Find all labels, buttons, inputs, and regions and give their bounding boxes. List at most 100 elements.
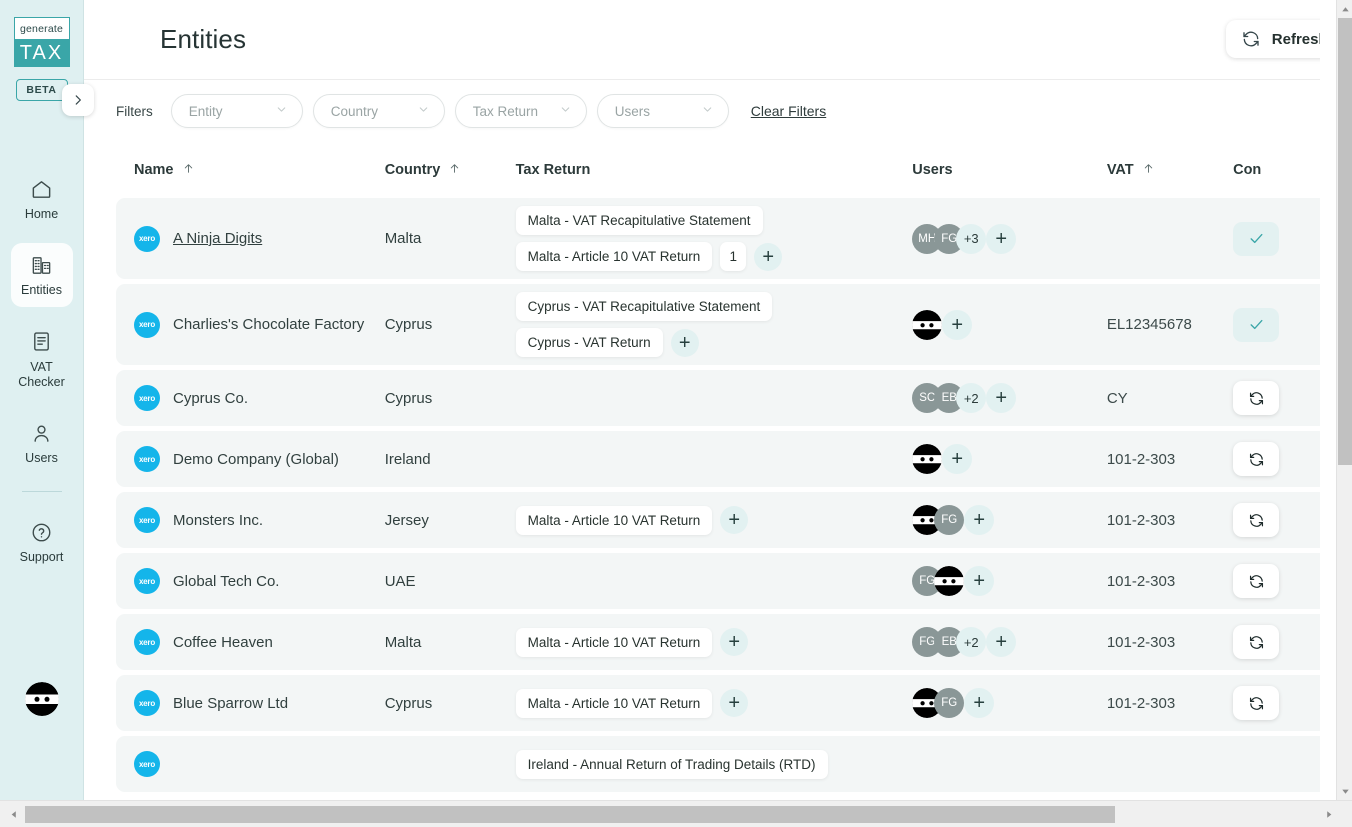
column-header-tax-return[interactable]: Tax Return	[516, 162, 913, 178]
filter-entity[interactable]: Entity	[170, 94, 303, 128]
table-row[interactable]: xero Ireland - Annual Return of Trading D…	[116, 736, 1336, 792]
entity-name: Demo Company (Global)	[173, 450, 339, 468]
tax-return-pill[interactable]: Malta - Article 10 VAT Return	[515, 627, 713, 657]
column-header-users[interactable]: Users	[912, 162, 1107, 178]
scroll-right-arrow-icon[interactable]	[1318, 801, 1340, 827]
user-avatar-group: MH FG +3 +	[912, 223, 1017, 254]
user-avatar-overflow-count[interactable]: +2	[956, 627, 987, 657]
connection-sync-button[interactable]	[1233, 564, 1280, 598]
filter-users-label: Users	[614, 103, 651, 119]
connection-sync-button[interactable]	[1233, 686, 1280, 720]
entity-vat-number: EL12345678	[1106, 316, 1192, 333]
cell-vat: 101-2-303	[1107, 573, 1233, 590]
column-header-connection-label: Con	[1233, 162, 1262, 178]
tax-return-pill[interactable]: Malta - Article 10 VAT Return	[515, 688, 713, 718]
user-avatar-overflow-count[interactable]: +2	[956, 383, 987, 413]
filter-tax-return[interactable]: Tax Return	[454, 94, 587, 128]
sidebar-item-support[interactable]: Support	[11, 510, 73, 573]
scroll-down-arrow-icon[interactable]	[1337, 782, 1352, 800]
column-header-name-label: Name	[134, 162, 174, 178]
column-header-vat[interactable]: VAT	[1107, 162, 1233, 179]
connection-sync-button[interactable]	[1233, 442, 1280, 476]
tax-return-line: Cyprus - VAT Return +	[515, 328, 773, 357]
entity-name: Coffee Heaven	[173, 633, 273, 651]
add-user-button[interactable]: +	[986, 223, 1017, 254]
tax-return-pill[interactable]: Ireland - Annual Return of Trading Detai…	[515, 749, 828, 779]
connection-ok-button[interactable]	[1233, 221, 1280, 256]
connection-sync-button[interactable]	[1233, 381, 1280, 415]
vertical-scrollbar[interactable]	[1336, 0, 1352, 800]
add-tax-return-button[interactable]: +	[720, 689, 749, 717]
clear-filters-link[interactable]: Clear Filters	[751, 103, 826, 119]
table-row[interactable]: xero A Ninja Digits Malta Malta - VAT Recap…	[116, 198, 1336, 279]
entity-name[interactable]: A Ninja Digits	[173, 230, 262, 247]
add-tax-return-button[interactable]: +	[754, 242, 783, 271]
column-header-name[interactable]: Name	[134, 162, 385, 179]
sidebar-toggle-button[interactable]	[62, 84, 94, 116]
sidebar-item-entities[interactable]: Entities	[10, 243, 73, 307]
app-logo: generate TAX	[13, 17, 70, 67]
cell-name: xero Global Tech Co.	[134, 568, 385, 594]
add-user-button[interactable]: +	[964, 688, 995, 718]
table-body: xero A Ninja Digits Malta Malta - VAT Recap…	[116, 198, 1336, 792]
sidebar-item-home[interactable]: Home	[11, 167, 73, 230]
tax-return-list: Malta - Article 10 VAT Return +	[515, 688, 749, 718]
xero-logo-icon: xero	[134, 690, 160, 716]
avatar[interactable]	[25, 682, 59, 716]
sidebar-item-users-label: Users	[25, 451, 58, 465]
cell-users: FG EB +2 +	[912, 627, 1107, 657]
add-user-button[interactable]: +	[942, 444, 973, 474]
cell-country: Ireland	[385, 451, 516, 468]
table-row[interactable]: xero Coffee Heaven Malta Malta - Article 10…	[116, 614, 1336, 670]
add-user-button[interactable]: +	[942, 309, 973, 340]
filter-country[interactable]: Country	[312, 94, 445, 128]
table-row[interactable]: xero Global Tech Co. UAE FG + 101-2-303	[116, 553, 1336, 609]
scroll-up-arrow-icon[interactable]	[1337, 0, 1352, 18]
entity-country: Ireland	[384, 450, 431, 468]
add-user-button[interactable]: +	[986, 627, 1017, 657]
horizontal-scrollbar-thumb[interactable]	[25, 806, 1115, 823]
xero-logo-icon: xero	[134, 751, 160, 777]
sidebar: generate TAX BETA Home Entities VAT Chec…	[0, 0, 84, 800]
table-row[interactable]: xero Monsters Inc. Jersey Malta - Article 1…	[116, 492, 1336, 548]
table-row[interactable]: xero Charlies's Chocolate Factory Cyprus Cy…	[116, 284, 1336, 365]
filter-users[interactable]: Users	[596, 94, 729, 128]
cell-vat: EL12345678	[1107, 316, 1233, 333]
connection-sync-button[interactable]	[1233, 625, 1280, 659]
tax-return-pill[interactable]: Cyprus - VAT Recapitulative Statement	[515, 292, 773, 321]
tax-return-list: Malta - Article 10 VAT Return +	[515, 505, 749, 535]
user-avatar-ninja	[934, 566, 965, 596]
sort-asc-icon	[1142, 162, 1155, 179]
tax-return-pill[interactable]: Cyprus - VAT Return	[515, 328, 663, 357]
add-tax-return-button[interactable]: +	[670, 328, 699, 357]
connection-sync-button[interactable]	[1233, 503, 1280, 537]
horizontal-scrollbar[interactable]	[0, 800, 1352, 827]
add-user-button[interactable]: +	[964, 505, 995, 535]
add-tax-return-button[interactable]: +	[720, 628, 749, 656]
tax-return-pill[interactable]: Malta - VAT Recapitulative Statement	[515, 206, 763, 235]
connection-ok-button[interactable]	[1233, 307, 1280, 342]
add-user-button[interactable]: +	[986, 383, 1017, 413]
user-avatar-group: FG +	[912, 505, 995, 535]
cell-users: +	[912, 444, 1107, 474]
table-row[interactable]: xero Blue Sparrow Ltd Cyprus Malta - Articl…	[116, 675, 1336, 731]
sidebar-item-vat-checker[interactable]: VAT Checker	[11, 320, 73, 399]
sidebar-item-home-label: Home	[24, 207, 59, 221]
add-user-button[interactable]: +	[964, 566, 995, 596]
user-avatar-ninja	[912, 309, 943, 340]
tax-return-pill[interactable]: Malta - Article 10 VAT Return	[515, 242, 713, 271]
tax-return-pill[interactable]: Malta - Article 10 VAT Return	[515, 505, 713, 535]
user-avatar-overflow-count[interactable]: +3	[956, 223, 987, 254]
cell-tax-return: Cyprus - VAT Recapitulative Statement Cyp…	[515, 292, 913, 357]
add-tax-return-button[interactable]: +	[720, 506, 749, 534]
cell-users: FG +	[912, 505, 1107, 535]
filters-label: Filters	[116, 103, 153, 119]
user-avatar-group: FG +	[912, 566, 995, 596]
table-row[interactable]: xero Demo Company (Global) Ireland +101-2-3…	[116, 431, 1336, 487]
scroll-left-arrow-icon[interactable]	[2, 801, 24, 827]
sidebar-item-users[interactable]: Users	[11, 411, 73, 474]
column-header-country[interactable]: Country	[385, 162, 516, 179]
user-avatar-group: +	[912, 309, 973, 340]
table-row[interactable]: xero Cyprus Co. Cyprus SC EB +2 + CY	[116, 370, 1336, 426]
vertical-scrollbar-thumb[interactable]	[1338, 18, 1352, 465]
